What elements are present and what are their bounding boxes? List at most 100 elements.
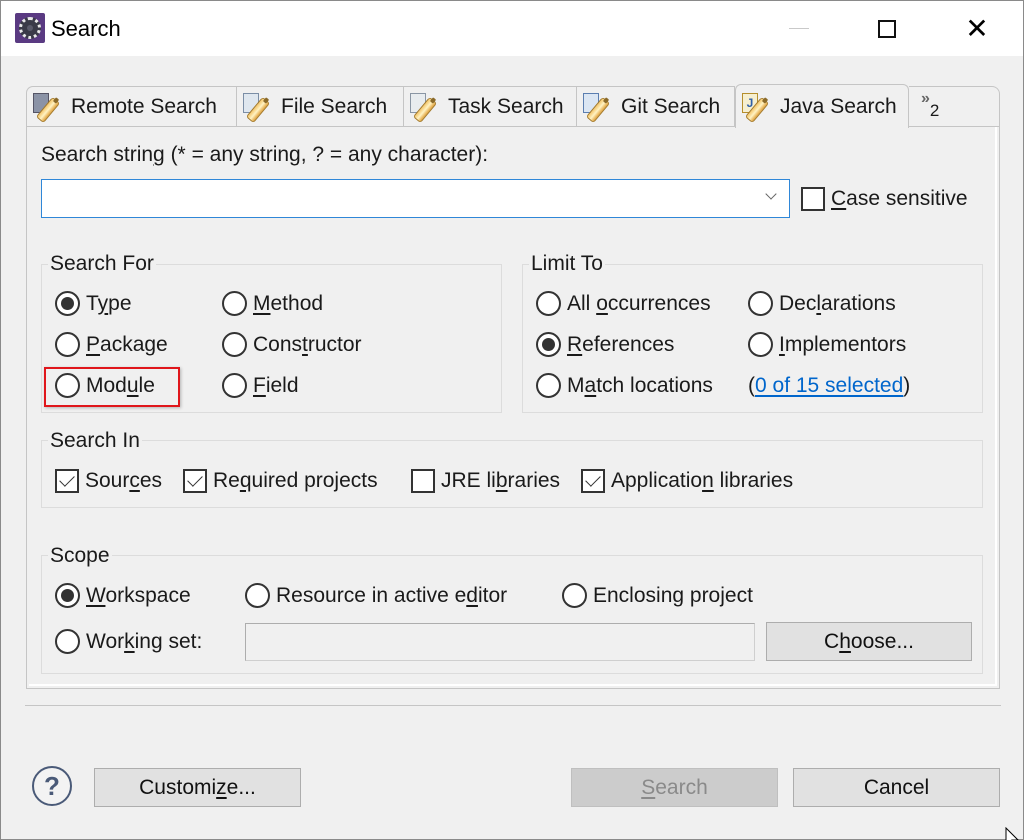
minimize-button[interactable] [753,1,845,56]
window-title: Search [51,16,121,41]
radio-label: Package [86,332,168,356]
eclipse-app-icon [15,13,45,43]
tab-task-search[interactable]: Task Search [404,86,577,126]
radio-button[interactable] [536,291,561,316]
radio-method[interactable]: Method [222,291,323,316]
radio-button[interactable] [562,583,587,608]
checkbox-label: Required projects [213,469,378,492]
remote-search-icon [33,92,63,123]
tab-file-search[interactable]: File Search [237,86,404,126]
radio-declarations[interactable]: Declarations [748,291,896,316]
radio-package[interactable]: Package [55,332,168,357]
checkbox-jre-libraries[interactable]: JRE libraries [411,469,560,493]
checkbox-box[interactable] [55,469,79,493]
chevron-down-icon[interactable] [765,189,779,203]
tab-git-search[interactable]: Git Search [577,86,735,126]
radio-implementors[interactable]: Implementors [748,332,906,357]
search-string-input[interactable] [46,184,746,213]
maximize-button[interactable] [841,1,933,56]
radio-button[interactable] [748,332,773,357]
search-string-label: Search string (* = any string, ? = any c… [41,143,489,166]
radio-resource-in-active-editor[interactable]: Resource in active editor [245,583,507,608]
radio-working-set[interactable]: Working set: [55,629,202,654]
scope-title: Scope [48,544,112,568]
radio-label: Enclosing project [593,583,753,607]
radio-button[interactable] [55,332,80,357]
search-string-combo[interactable] [41,179,790,218]
tab-strip: Remote Search File Search Task Search Gi… [26,84,1000,128]
radio-label: Workspace [86,583,191,607]
file-search-icon [243,92,273,123]
radio-button[interactable] [222,332,247,357]
radio-button[interactable] [245,583,270,608]
radio-label: Working set: [86,629,203,653]
working-set-field [245,623,755,661]
case-sensitive-checkbox[interactable]: Case sensitive [801,187,968,211]
checkbox-box[interactable] [411,469,435,493]
radio-field[interactable]: Field [222,373,299,398]
radio-constructor[interactable]: Constructor [222,332,362,357]
radio-button[interactable] [55,291,80,316]
radio-match-locations[interactable]: Match locations [536,373,713,398]
chevron-double-right-icon: » [921,89,930,107]
close-icon: ✕ [965,13,989,44]
minimize-icon [789,28,809,29]
radio-label: Declarations [779,291,896,315]
match-locations-link[interactable]: 0 of 15 selected [755,374,903,398]
title-bar: Search ✕ [1,1,1023,56]
checkbox-sources[interactable]: Sources [55,469,162,493]
radio-label: Constructor [253,332,362,356]
java-search-icon: J [742,92,772,123]
search-in-title: Search In [48,429,142,453]
limit-to-title: Limit To [529,252,605,276]
checkbox-required-projects[interactable]: Required projects [183,469,378,493]
radio-label: Match locations [567,373,713,397]
radio-button[interactable] [536,373,561,398]
tab-remote-search[interactable]: Remote Search [26,86,237,126]
module-highlight-box [44,367,180,407]
match-locations-selection: (0 of 15 selected) [748,374,911,398]
radio-button[interactable] [536,332,561,357]
tab-label: Task Search [448,94,564,118]
radio-label: All occurrences [567,291,711,315]
checkbox-box[interactable] [581,469,605,493]
tab-label: Remote Search [71,94,217,118]
checkbox-box[interactable] [183,469,207,493]
radio-workspace[interactable]: Workspace [55,583,191,608]
radio-label: Field [253,373,299,397]
radio-all-occurrences[interactable]: All occurrences [536,291,711,316]
checkbox-box[interactable] [801,187,825,211]
git-search-icon [583,92,613,123]
radio-references[interactable]: References [536,332,674,357]
cancel-button[interactable]: Cancel [793,768,1000,807]
radio-enclosing-project[interactable]: Enclosing project [562,583,753,608]
radio-button[interactable] [222,291,247,316]
radio-button[interactable] [222,373,247,398]
close-button[interactable]: ✕ [931,1,1023,56]
tab-label: Java Search [780,94,897,118]
hidden-tab-count: 2 [929,100,940,120]
radio-label: Resource in active editor [276,583,508,607]
radio-type[interactable]: Type [55,291,132,316]
search-for-title: Search For [48,252,156,276]
radio-label: Type [86,291,132,315]
tab-label: File Search [281,94,388,118]
search-button[interactable]: Search [571,768,778,807]
tab-java-search[interactable]: J Java Search [735,84,909,128]
checkbox-label: Sources [85,469,163,492]
footer-separator [25,705,1001,706]
customize-button[interactable]: Customi z e... [94,768,301,807]
radio-label: Method [253,291,324,315]
radio-label: Implementors [779,332,907,356]
tab-overflow-button[interactable]: » 2 [909,86,1000,126]
task-search-icon [410,92,440,123]
checkbox-application-libraries[interactable]: Application libraries [581,469,793,493]
radio-button[interactable] [55,629,80,654]
choose-button[interactable]: Ch oose... [766,622,972,661]
search-dialog: Search ✕ Remote Search File Search Task … [0,0,1024,840]
tab-label: Git Search [621,94,721,118]
checkbox-label: Application libraries [611,469,794,492]
help-icon[interactable]: ? [32,766,72,806]
radio-button[interactable] [748,291,773,316]
radio-button[interactable] [55,583,80,608]
